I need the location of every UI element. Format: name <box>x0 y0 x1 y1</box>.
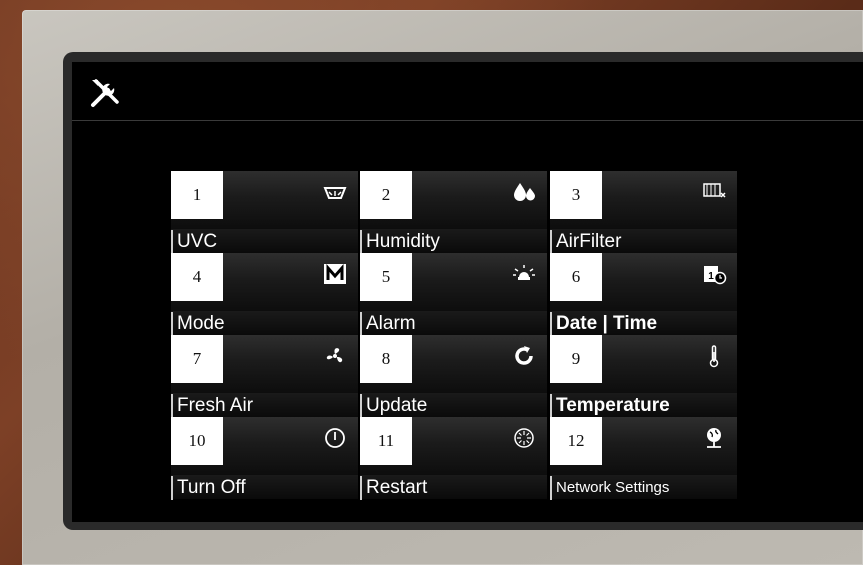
update-arrow-icon <box>515 346 533 365</box>
tile-label: Update <box>360 394 427 418</box>
tile-fresh-air[interactable]: 7 Fresh Air <box>171 335 358 418</box>
tile-humidity[interactable]: 2 Humidity <box>360 171 547 254</box>
tile-update[interactable]: 8 Update <box>360 335 547 418</box>
tile-label: UVC <box>171 230 217 254</box>
alarm-light-icon <box>513 265 535 280</box>
tile-label: Network Settings <box>550 476 669 500</box>
thermometer-icon <box>709 345 719 368</box>
tile-airfilter[interactable]: 3 AirFilter <box>550 171 737 254</box>
tile-number: 7 <box>171 335 223 383</box>
tile-number: 1 <box>171 171 223 219</box>
svg-text:1: 1 <box>708 271 714 282</box>
tile-label: AirFilter <box>550 230 621 254</box>
tile-number: 3 <box>550 171 602 219</box>
restart-icon <box>514 428 534 448</box>
tile-number: 11 <box>360 417 412 465</box>
calendar-clock-icon: 1 <box>704 266 727 285</box>
tile-number: 2 <box>360 171 412 219</box>
fan-icon <box>326 348 343 363</box>
water-drops-icon <box>514 183 535 201</box>
air-filter-icon <box>703 183 726 198</box>
tile-number: 5 <box>360 253 412 301</box>
mode-m-icon <box>324 264 346 284</box>
tile-turn-off[interactable]: 10 Turn Off <box>171 417 358 500</box>
tile-label: Alarm <box>360 312 416 336</box>
tile-label: Turn Off <box>171 476 246 500</box>
tile-alarm[interactable]: 5 Alarm <box>360 253 547 336</box>
tile-date-time[interactable]: 6 1 Date | Time <box>550 253 737 336</box>
tile-label: Mode <box>171 312 225 336</box>
power-icon <box>325 428 345 448</box>
tile-label: Date | Time <box>550 312 657 336</box>
tile-number: 9 <box>550 335 602 383</box>
tile-mode[interactable]: 4 Mode <box>171 253 358 336</box>
top-bar <box>72 62 863 121</box>
tile-temperature[interactable]: 9 Temperature <box>550 335 737 418</box>
tile-uvc[interactable]: 1 UVC <box>171 171 358 254</box>
tile-number: 10 <box>171 417 223 465</box>
globe-network-icon <box>707 428 721 448</box>
tile-label: Fresh Air <box>171 394 253 418</box>
tools-icon[interactable] <box>88 76 122 110</box>
tile-number: 6 <box>550 253 602 301</box>
tile-number: 4 <box>171 253 223 301</box>
tile-network-settings[interactable]: 12 Network Settings <box>550 417 737 500</box>
tile-restart[interactable]: 11 Restart <box>360 417 547 500</box>
touch-screen: 1 UVC 2 Humidity 3 AirFilter 4 Mode 5 Al… <box>72 62 863 522</box>
tile-number: 12 <box>550 417 602 465</box>
uvc-lamp-icon <box>323 187 347 199</box>
tile-label: Humidity <box>360 230 440 254</box>
tile-label: Restart <box>360 476 427 500</box>
tile-label: Temperature <box>550 394 670 418</box>
tile-number: 8 <box>360 335 412 383</box>
